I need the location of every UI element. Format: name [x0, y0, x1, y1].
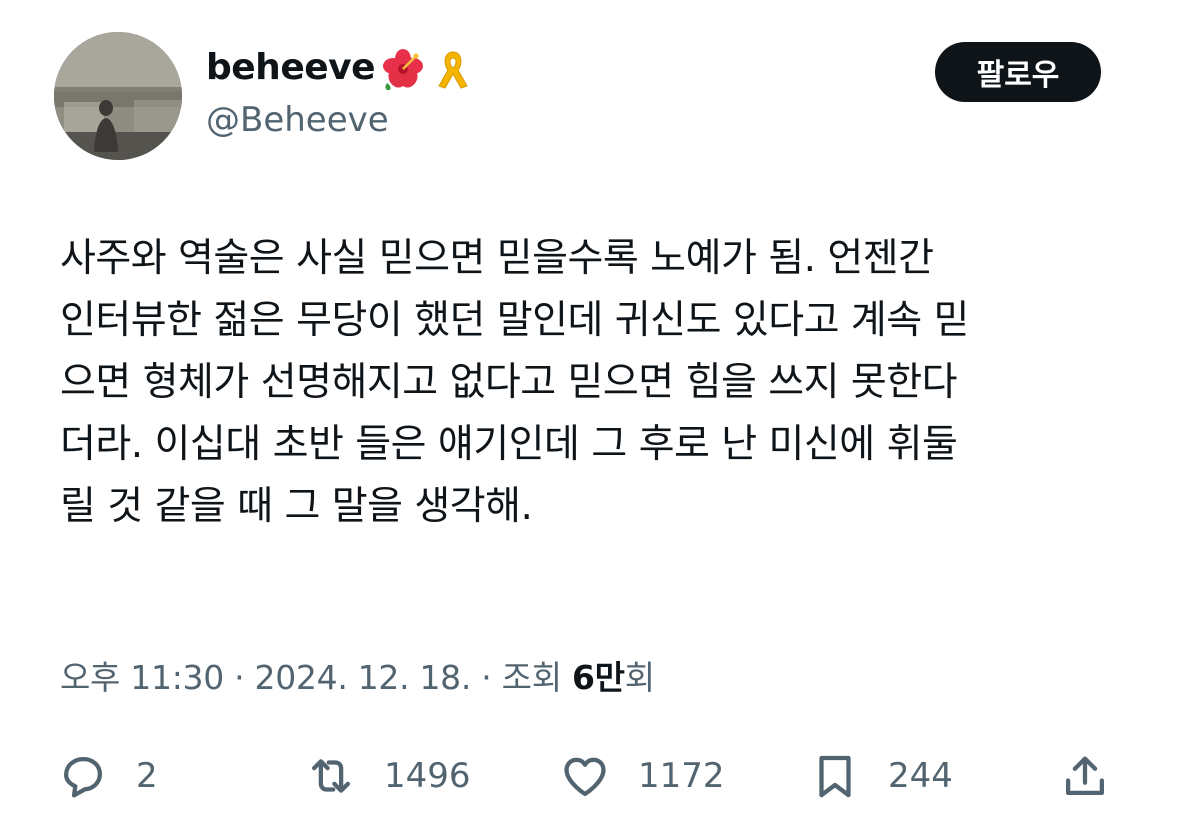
views-count: 6만회: [572, 658, 655, 697]
tweet-text-line: 더라. 이십대 초반 들은 얘기인데 그 후로 난 미신에 휘둘: [60, 422, 958, 467]
reply-count: 2: [136, 756, 158, 796]
retweet-button[interactable]: 1496: [304, 744, 471, 808]
hibiscus-emoji-icon: [383, 49, 424, 90]
yellow-ribbon-icon: [438, 51, 468, 89]
tweet-text-line: 으면 형체가 선명해지고 없다고 믿으면 힘을 쓰지 못한다: [60, 360, 958, 405]
meta-separator: ·: [234, 658, 245, 697]
heart-icon: [564, 757, 606, 797]
avatar[interactable]: [54, 32, 182, 160]
views-label: 조회: [501, 658, 562, 697]
views-unit: 회: [624, 658, 655, 697]
bookmark-button[interactable]: 244: [808, 744, 953, 808]
avatar-image: [54, 32, 182, 160]
tweet-text-line: 인터뷰한 젊은 무당이 했던 말인데 귀신도 있다고 계속 믿: [60, 298, 969, 343]
tweet-text-line: 사주와 역술은 사실 믿으면 믿을수록 노예가 됨. 언젠간: [60, 236, 934, 281]
like-button[interactable]: 1172: [558, 744, 725, 808]
share-button[interactable]: [1058, 744, 1112, 808]
reply-button[interactable]: 2: [56, 744, 158, 808]
author-display-name[interactable]: beheeve: [206, 44, 376, 92]
follow-button[interactable]: 팔로우: [935, 42, 1101, 102]
reply-icon: [63, 756, 103, 798]
tweet-time[interactable]: 오후 11:30: [60, 658, 224, 697]
tweet-meta: 오후 11:30 · 2024. 12. 18. · 조회 6만회: [60, 654, 655, 702]
views-value: 6만: [571, 658, 625, 697]
meta-separator: ·: [481, 658, 492, 697]
action-bar: 2 1496 1172 244: [0, 744, 1179, 808]
tweet-text-line: 릴 것 같을 때 그 말을 생각해.: [60, 484, 533, 529]
author-handle[interactable]: @Beheeve: [206, 98, 389, 142]
bookmark-count: 244: [888, 756, 953, 796]
bookmark-icon: [819, 755, 851, 798]
tweet-date[interactable]: 2024. 12. 18.: [255, 658, 472, 697]
tweet-card: beheeve @Beheeve 팔로우 사주와 역술은 사실 믿으면 믿을수록…: [0, 0, 1179, 824]
tweet-text: 사주와 역술은 사실 믿으면 믿을수록 노예가 됨. 언젠간 인터뷰한 젊은 무…: [60, 228, 1140, 538]
share-icon: [1065, 756, 1105, 796]
like-count: 1172: [638, 756, 725, 796]
retweet-count: 1496: [384, 756, 471, 796]
author-name-row[interactable]: beheeve: [206, 44, 475, 92]
retweet-icon: [311, 759, 351, 793]
